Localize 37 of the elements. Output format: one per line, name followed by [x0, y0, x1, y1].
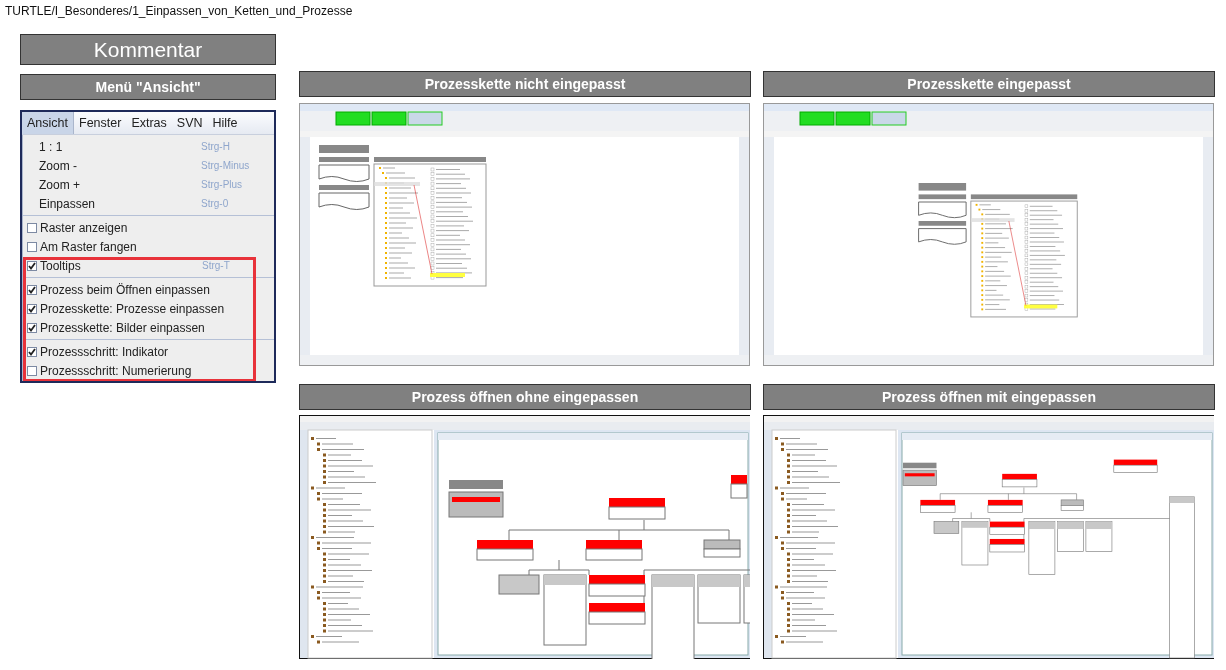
- checked-checkbox[interactable]: [27, 322, 37, 333]
- menu-item-label[interactable]: Prozessschritt: Numerierung: [40, 361, 202, 380]
- menu-item-label[interactable]: Einpassen: [39, 194, 201, 213]
- shortcut-label: Strg-H: [201, 140, 230, 154]
- menu-item-label[interactable]: Zoom -: [39, 156, 201, 175]
- menu-item-label[interactable]: Tooltips: [40, 256, 202, 275]
- checked-checkbox[interactable]: [27, 284, 37, 295]
- shortcut-label: Strg-T: [202, 259, 230, 273]
- section-heading: Prozesskette nicht eingepasst: [299, 71, 751, 97]
- checked-checkbox[interactable]: [27, 346, 37, 357]
- menu-item-label[interactable]: Prozesskette: Bilder einpassen: [40, 318, 205, 337]
- section-heading: Menü "Ansicht": [20, 74, 276, 100]
- checked-checkbox[interactable]: [27, 303, 37, 314]
- menu-tab[interactable]: Ansicht: [22, 112, 74, 134]
- menu-item-label[interactable]: Prozesskette: Prozesse einpassen: [40, 299, 225, 318]
- menu-tab[interactable]: Extras: [126, 112, 172, 134]
- section-heading: Prozess öffnen ohne eingepassen: [299, 384, 751, 410]
- menu-item-label[interactable]: Prozess beim Öffnen einpassen: [40, 280, 210, 299]
- menu-tab[interactable]: SVN: [171, 112, 208, 134]
- checked-checkbox[interactable]: [27, 260, 37, 271]
- menu-tab[interactable]: Hilfe: [207, 112, 243, 134]
- checkbox[interactable]: [27, 241, 37, 252]
- page-title: Kommentar: [20, 34, 276, 65]
- menu-tab[interactable]: Fenster: [74, 112, 127, 134]
- shortcut-label: Strg-Plus: [201, 178, 243, 192]
- menu-item-label[interactable]: Raster anzeigen: [40, 218, 202, 237]
- section-heading: Prozess öffnen mit eingepassen: [763, 384, 1215, 410]
- menu-item-label[interactable]: Prozessschritt: Indikator: [40, 342, 202, 361]
- checkbox[interactable]: [27, 365, 37, 376]
- menu-item-label[interactable]: Am Raster fangen: [40, 237, 202, 256]
- menu-item-label[interactable]: 1 : 1: [39, 137, 201, 156]
- menu-item-label[interactable]: Zoom +: [39, 175, 201, 194]
- shortcut-label: Strg-0: [201, 197, 229, 211]
- checkbox[interactable]: [27, 222, 37, 233]
- shortcut-label: Strg-Minus: [201, 159, 250, 173]
- path-label: TURTLE/I_Besonderes/1_Einpassen_von_Ketten_und_Prozesse: [5, 4, 354, 20]
- section-heading: Prozesskette eingepasst: [763, 71, 1215, 97]
